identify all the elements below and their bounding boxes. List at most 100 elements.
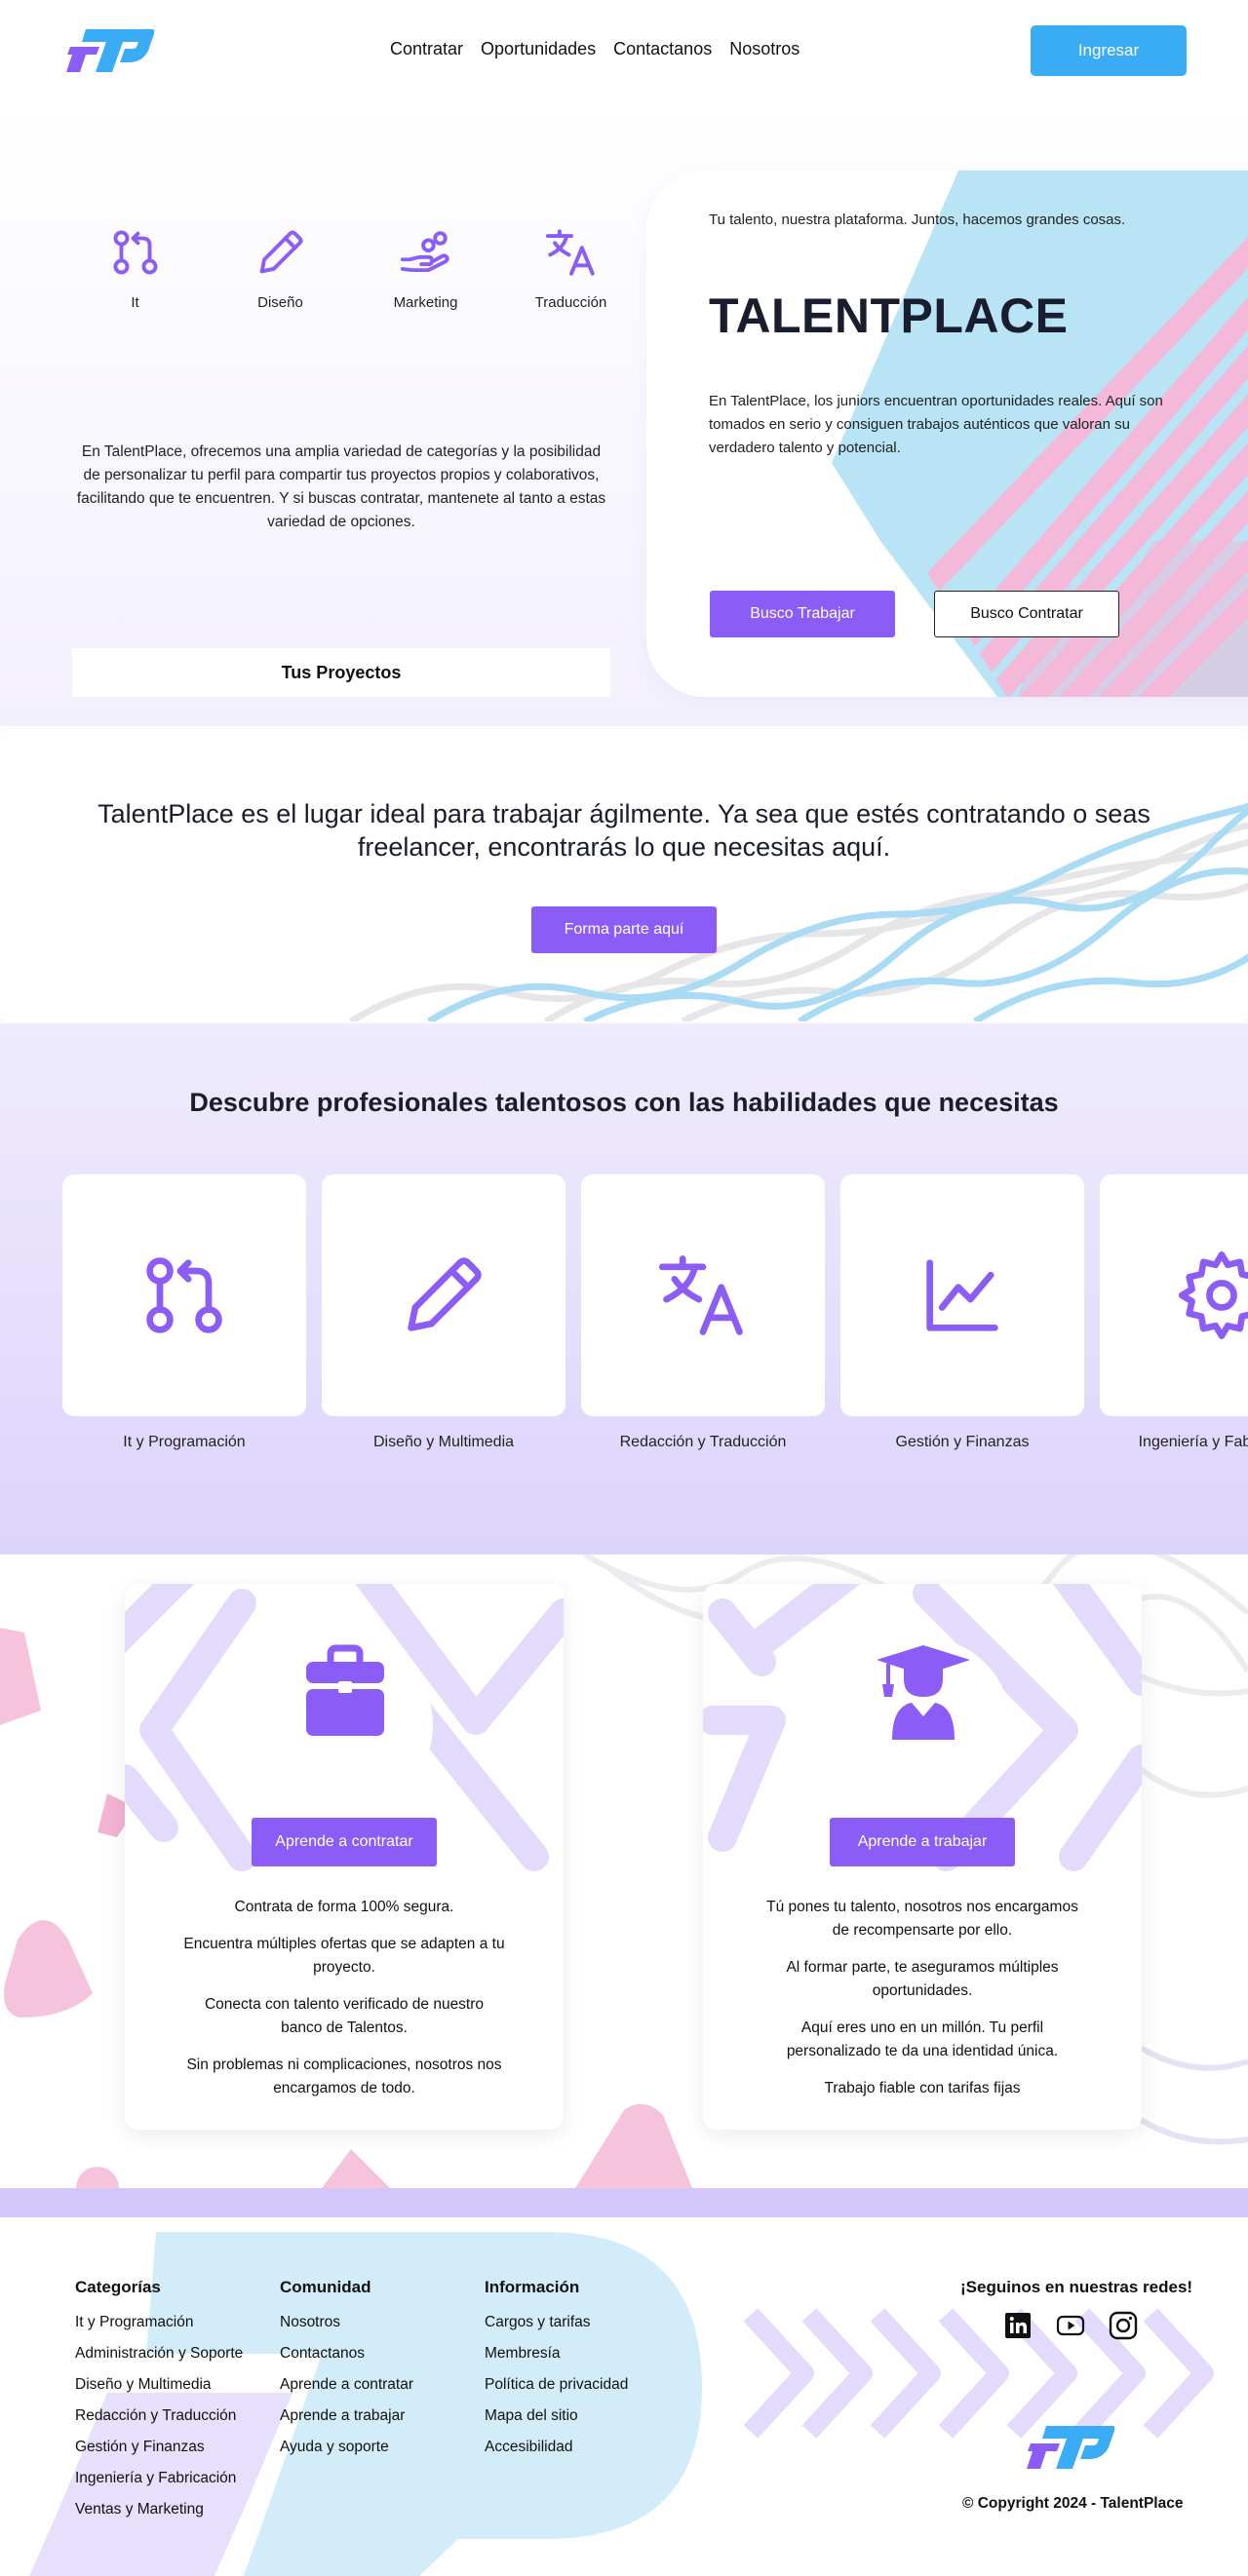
skill-card[interactable] [840,1174,1084,1416]
learn-to-hire-button[interactable]: Aprende a contratar [252,1818,437,1866]
benefit-line: Sin problemas ni complicaciones, nosotro… [186,2057,502,2096]
benefit-line: Conecta con talento verificado de nuestr… [204,1996,485,2036]
login-button[interactable]: Ingresar [1031,25,1187,76]
skill-card[interactable] [581,1174,825,1416]
footer-link[interactable]: It y Programación [75,2307,243,2338]
git-pull-request-icon [113,230,157,275]
pencil-icon [408,1257,482,1331]
social-icons [1002,2310,1139,2341]
instagram-icon[interactable] [1108,2310,1139,2341]
category-label: Marketing [393,294,458,311]
youtube-icon[interactable] [1055,2310,1086,2341]
nav-oportunidades[interactable]: Oportunidades [481,39,596,59]
header: Contratar Oportunidades Contactanos Noso… [0,0,1248,102]
chart-line-icon [926,1259,998,1331]
skill-card[interactable] [322,1174,566,1416]
nav-contratar[interactable]: Contratar [390,39,463,59]
nav-contactanos[interactable]: Contactanos [613,39,712,59]
footer-heading: Categorías [75,2278,161,2296]
footer-link[interactable]: Política de privacidad [485,2369,628,2401]
main-nav: Contratar Oportunidades Contactanos Noso… [390,39,800,59]
footer-link[interactable]: Gestión y Finanzas [75,2432,243,2463]
footer-link[interactable]: Mapa del sitio [485,2401,628,2432]
footer-link[interactable]: Aprende a trabajar [280,2401,413,2432]
skill-diseno[interactable]: Diseño y Multimedia [322,1174,566,1451]
work-benefits: Tú pones tu talento, nosotros nos encarg… [761,1896,1083,2114]
skill-label: Ingeniería y Fabricación [1138,1434,1248,1450]
skill-card[interactable] [62,1174,306,1416]
footer-heading: Información [485,2278,580,2296]
footer-link[interactable]: Administración y Soporte [75,2338,243,2369]
projects-button[interactable]: Tus Proyectos [72,648,610,697]
learn-section: Aprende a contratar Contrata de forma 10… [0,1555,1248,2188]
divider-strip [0,2188,1248,2217]
benefit-line: Al formar parte, te aseguramos múltiples… [786,1959,1059,1999]
copyright: © Copyright 2024 - TalentPlace [962,2495,1184,2512]
skills-section: Descubre profesionales talentosos con la… [0,1023,1248,1555]
benefit-line: Encuentra múltiples ofertas que se adapt… [183,1936,505,1976]
gear-icon [1178,1251,1248,1339]
footer-link[interactable]: Redacción y Traducción [75,2401,243,2432]
graduate-icon [877,1645,970,1740]
skill-label: Redacción y Traducción [619,1434,787,1450]
footer-info: Información Cargos y tarifas Membresía P… [485,2278,628,2463]
category-label: Diseño [257,294,303,311]
hand-coins-icon [400,231,449,273]
category-label: Traducción [534,294,607,311]
translate-icon [659,1255,743,1335]
footer-link[interactable]: Ventas y Marketing [75,2494,243,2525]
briefcase-icon [306,1644,384,1736]
footer-heading: Comunidad [280,2278,371,2296]
footer-logo[interactable] [1027,2422,1114,2476]
hero-card-description: En TalentPlace, los juniors encuentran o… [709,393,1163,456]
category-diseno[interactable]: Diseño [208,224,353,311]
skills-list: It y Programación Diseño y Multimedia Re… [62,1174,1248,1451]
footer: Categorías It y Programación Administrac… [0,2217,1248,2576]
skill-redaccion[interactable]: Redacción y Traducción [581,1174,825,1451]
join-button[interactable]: Forma parte aquí [531,906,717,953]
ideal-section: TalentPlace es el lugar ideal para traba… [0,729,1248,1021]
category-it[interactable]: It [62,224,208,311]
footer-link[interactable]: Ingeniería y Fabricación [75,2463,243,2494]
skill-it[interactable]: It y Programación [62,1174,306,1451]
footer-link[interactable]: Aprende a contratar [280,2369,413,2401]
hero-tagline: Tu talento, nuestra plataforma. Juntos, … [709,211,1126,228]
hire-learn-card: Aprende a contratar Contrata de forma 10… [125,1584,564,2130]
linkedin-icon[interactable] [1002,2310,1034,2341]
footer-link[interactable]: Nosotros [280,2307,413,2338]
footer-link[interactable]: Accesibilidad [485,2432,628,2463]
footer-link[interactable]: Diseño y Multimedia [75,2369,243,2401]
hero-card: Tu talento, nuestra plataforma. Juntos, … [646,171,1248,697]
benefit-line: Tú pones tu talento, nosotros nos encarg… [766,1899,1078,1939]
translate-icon [545,229,595,276]
category-marketing[interactable]: Marketing [353,224,498,311]
hero-title: TALENTPLACE [709,288,1069,343]
hire-benefits: Contrata de forma 100% segura. Encuentra… [183,1896,505,2114]
hero-description: En TalentPlace, ofrecemos una amplia var… [76,443,606,530]
skill-label: Gestión y Finanzas [895,1434,1030,1450]
footer-link[interactable]: Membresía [485,2338,628,2369]
skill-ingenieria[interactable]: Ingeniería y Fabricación [1100,1174,1248,1451]
footer-link[interactable]: Contactanos [280,2338,413,2369]
work-learn-card: Aprende a trabajar Tú pones tu talento, … [703,1584,1142,2130]
page: Contratar Oportunidades Contactanos Noso… [0,0,1248,2576]
benefit-line: Trabajo fiable con tarifas fijas [824,2080,1021,2096]
find-work-button[interactable]: Busco Trabajar [710,591,895,637]
pencil-icon [259,230,302,274]
skill-gestion[interactable]: Gestión y Finanzas [840,1174,1084,1451]
learn-to-work-button[interactable]: Aprende a trabajar [830,1818,1015,1866]
hero-categories: It Diseño Marketing Traducción [62,224,644,311]
nav-nosotros[interactable]: Nosotros [729,39,800,59]
category-label: It [131,294,139,311]
footer-categories: Categorías It y Programación Administrac… [75,2278,243,2525]
footer-link[interactable]: Ayuda y soporte [280,2432,413,2463]
category-traduccion[interactable]: Traducción [498,224,644,311]
skill-card[interactable] [1100,1174,1248,1416]
footer-link[interactable]: Cargos y tarifas [485,2307,628,2338]
ideal-text: TalentPlace es el lugar ideal para traba… [98,799,1150,862]
hire-button[interactable]: Busco Contratar [934,591,1119,637]
talentplace-logo[interactable] [66,25,154,79]
git-pull-request-icon [146,1257,222,1333]
waves-decoration [349,802,1248,1021]
benefit-line: Aquí eres uno en un millón. Tu perfil pe… [786,2019,1059,2059]
